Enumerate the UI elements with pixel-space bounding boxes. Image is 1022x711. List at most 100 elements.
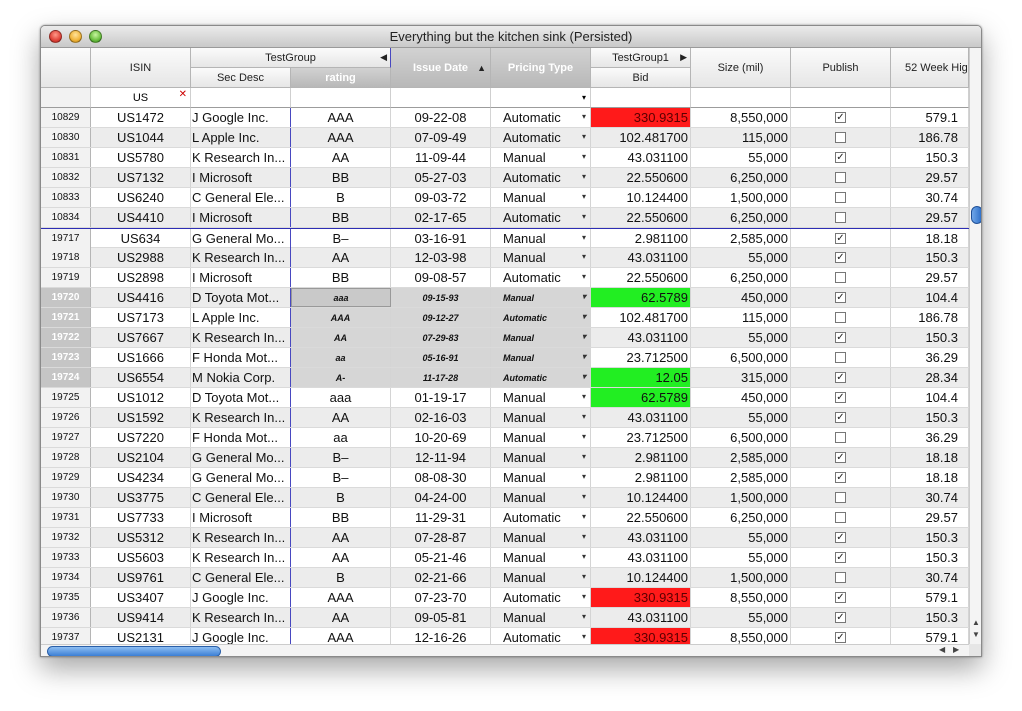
size-cell[interactable]: 2,585,000 — [691, 229, 791, 248]
table-row[interactable]: 19736 US9414 K Research In... AA 09-05-81 Man… — [41, 608, 969, 628]
week52-high-cell[interactable]: 186.78 — [891, 128, 969, 147]
pricing-type-cell[interactable]: Automatic ▾ — [491, 508, 591, 527]
issue-date-cell[interactable]: 11-29-31 — [391, 508, 491, 527]
bid-cell[interactable]: 62.5789 — [591, 388, 691, 407]
sec-desc-cell[interactable]: L Apple Inc. — [191, 128, 291, 147]
dropdown-arrow-icon[interactable]: ▾ — [582, 352, 586, 361]
dropdown-arrow-icon[interactable]: ▾ — [582, 492, 586, 501]
dropdown-arrow-icon[interactable]: ▾ — [582, 132, 586, 141]
isin-cell[interactable]: US2988 — [91, 248, 191, 267]
pricing-type-cell[interactable]: Manual ▾ — [491, 548, 591, 567]
table-row[interactable]: 19723 US1666 F Honda Mot... aa 05-16-91 Manua… — [41, 348, 969, 368]
rating-cell[interactable]: AAA — [291, 308, 391, 327]
table-row[interactable]: 19731 US7733 I Microsoft BB 11-29-31 Automati… — [41, 508, 969, 528]
sec-desc-cell[interactable]: G General Mo... — [191, 448, 291, 467]
week52-high-cell[interactable]: 150.3 — [891, 408, 969, 427]
pricing-type-cell[interactable]: Manual ▾ — [491, 408, 591, 427]
row-header[interactable]: 10832 — [41, 168, 91, 187]
isin-cell[interactable]: US5780 — [91, 148, 191, 167]
dropdown-arrow-icon[interactable]: ▾ — [582, 252, 586, 261]
week52-high-cell[interactable]: 28.34 — [891, 368, 969, 387]
sec-desc-cell[interactable]: J Google Inc. — [191, 628, 291, 644]
size-cell[interactable]: 115,000 — [691, 308, 791, 327]
table-row[interactable]: 19734 US9761 C General Ele... B 02-21-66 Manu… — [41, 568, 969, 588]
rating-cell[interactable]: AA — [291, 548, 391, 567]
issue-date-cell[interactable]: 01-19-17 — [391, 388, 491, 407]
pricing-type-cell[interactable]: Manual ▾ — [491, 388, 591, 407]
row-header[interactable]: 19721 — [41, 308, 91, 327]
table-row[interactable]: 19725 US1012 D Toyota Mot... aaa 01-19-17 Man… — [41, 388, 969, 408]
pricing-type-cell[interactable]: Manual ▾ — [491, 248, 591, 267]
rating-cell[interactable]: B– — [291, 448, 391, 467]
bid-cell[interactable]: 43.031100 — [591, 328, 691, 347]
sec-desc-cell[interactable]: G General Mo... — [191, 468, 291, 487]
week52-high-cell[interactable]: 150.3 — [891, 248, 969, 267]
dropdown-arrow-icon[interactable]: ▾ — [582, 472, 586, 481]
publish-checkbox[interactable] — [835, 352, 846, 363]
rating-cell[interactable]: AA — [291, 608, 391, 627]
row-header[interactable]: 19722 — [41, 328, 91, 347]
dropdown-arrow-icon[interactable]: ▾ — [582, 532, 586, 541]
row-header[interactable]: 10833 — [41, 188, 91, 207]
table-row[interactable]: 10834 US4410 I Microsoft BB 02-17-65 Automati… — [41, 208, 969, 228]
pricing-type-cell[interactable]: Automatic ▾ — [491, 208, 591, 227]
week52-high-cell[interactable]: 104.4 — [891, 388, 969, 407]
bid-cell[interactable]: 330.9315 — [591, 628, 691, 644]
rating-cell[interactable]: B — [291, 488, 391, 507]
bid-cell[interactable]: 43.031100 — [591, 148, 691, 167]
size-cell[interactable]: 1,500,000 — [691, 488, 791, 507]
table-row[interactable]: 10831 US5780 K Research In... AA 11-09-44 Man… — [41, 148, 969, 168]
sec-desc-cell[interactable]: I Microsoft — [191, 508, 291, 527]
dropdown-arrow-icon[interactable]: ▾ — [582, 292, 586, 301]
row-header[interactable]: 19737 — [41, 628, 91, 644]
issue-date-cell[interactable]: 12-16-26 — [391, 628, 491, 644]
publish-checkbox[interactable]: ✓ — [835, 152, 846, 163]
table-row[interactable]: 19728 US2104 G General Mo... B– 12-11-94 Manu… — [41, 448, 969, 468]
issue-date-cell[interactable]: 02-16-03 — [391, 408, 491, 427]
header-size[interactable]: Size (mil) — [691, 48, 791, 88]
vertical-scrollbar[interactable]: ▲ ▼ — [969, 48, 981, 644]
row-header[interactable]: 10834 — [41, 208, 91, 227]
rating-cell[interactable]: AAA — [291, 128, 391, 147]
sec-desc-cell[interactable]: M Nokia Corp. — [191, 368, 291, 387]
publish-checkbox[interactable]: ✓ — [835, 592, 846, 603]
table-row[interactable]: 19727 US7220 F Honda Mot... aa 10-20-69 Manua… — [41, 428, 969, 448]
isin-cell[interactable]: US6240 — [91, 188, 191, 207]
publish-checkbox[interactable]: ✓ — [835, 392, 846, 403]
scroll-down-icon[interactable]: ▼ — [972, 630, 980, 639]
table-row[interactable]: 19722 US7667 K Research In... AA 07-29-83 Man… — [41, 328, 969, 348]
issue-date-cell[interactable]: 05-16-91 — [391, 348, 491, 367]
size-cell[interactable]: 55,000 — [691, 248, 791, 267]
size-cell[interactable]: 1,500,000 — [691, 568, 791, 587]
isin-cell[interactable]: US4410 — [91, 208, 191, 227]
sec-desc-cell[interactable]: J Google Inc. — [191, 108, 291, 127]
size-cell[interactable]: 450,000 — [691, 388, 791, 407]
pricing-type-cell[interactable]: Manual ▾ — [491, 528, 591, 547]
row-header[interactable]: 19730 — [41, 488, 91, 507]
rating-cell[interactable]: BB — [291, 268, 391, 287]
dropdown-arrow-icon[interactable]: ▾ — [582, 572, 586, 581]
rating-cell[interactable]: BB — [291, 508, 391, 527]
table-row[interactable]: 10829 US1472 J Google Inc. AAA 09-22-08 Autom… — [41, 108, 969, 128]
rating-cell[interactable]: aa — [291, 428, 391, 447]
publish-checkbox[interactable]: ✓ — [835, 252, 846, 263]
bid-cell[interactable]: 10.124400 — [591, 488, 691, 507]
table-row[interactable]: 19717 US634 G General Mo... B– 03-16-91 Manua… — [41, 228, 969, 248]
dropdown-arrow-icon[interactable]: ▾ — [582, 452, 586, 461]
rating-cell[interactable]: AA — [291, 248, 391, 267]
rating-cell[interactable]: B– — [291, 229, 391, 248]
week52-high-cell[interactable]: 150.3 — [891, 548, 969, 567]
table-row[interactable]: 19720 US4416 D Toyota Mot... aaa 09-15-93 Man… — [41, 288, 969, 308]
row-header[interactable]: 19733 — [41, 548, 91, 567]
title-bar[interactable]: Everything but the kitchen sink (Persist… — [41, 26, 981, 48]
pricing-type-cell[interactable]: Automatic ▾ — [491, 368, 591, 387]
publish-checkbox[interactable]: ✓ — [835, 632, 846, 643]
week52-high-cell[interactable]: 36.29 — [891, 428, 969, 447]
sec-desc-cell[interactable]: K Research In... — [191, 328, 291, 347]
week52-high-cell[interactable]: 150.3 — [891, 148, 969, 167]
isin-cell[interactable]: US7667 — [91, 328, 191, 347]
pricing-type-cell[interactable]: Manual ▾ — [491, 468, 591, 487]
dropdown-arrow-icon[interactable]: ▾ — [582, 592, 586, 601]
pricing-type-cell[interactable]: Manual ▾ — [491, 608, 591, 627]
pricing-type-cell[interactable]: Manual ▾ — [491, 148, 591, 167]
